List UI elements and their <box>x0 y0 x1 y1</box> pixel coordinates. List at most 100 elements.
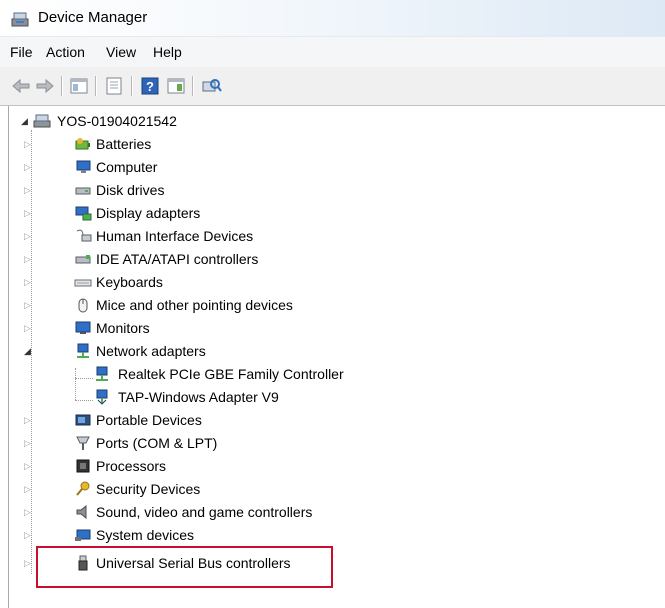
expand-arrow-icon[interactable]: ▷ <box>24 225 33 247</box>
menu-bar: File Action View Help <box>0 36 665 68</box>
tree-item-processors[interactable]: ▷ Processors <box>24 455 354 477</box>
network-adapter-icon <box>96 389 108 405</box>
tree-line <box>75 400 93 401</box>
menu-help[interactable]: Help <box>153 44 182 60</box>
show-hide-console-tree-icon[interactable] <box>68 76 90 96</box>
network-adapter-icon <box>96 366 108 381</box>
category-label: IDE ATA/ATAPI controllers <box>96 251 259 267</box>
sound-icon <box>76 504 87 520</box>
category-label: Portable Devices <box>96 412 202 428</box>
help-icon[interactable]: ? <box>139 76 161 96</box>
category-label: System devices <box>96 527 195 543</box>
collapse-arrow-icon[interactable]: ◢ <box>24 340 33 362</box>
tree-item-batteries[interactable]: ▷ Batteries <box>24 133 354 155</box>
mouse-icon <box>78 298 88 313</box>
expand-arrow-icon[interactable]: ▷ <box>24 179 33 201</box>
category-label: Keyboards <box>96 274 163 290</box>
menu-action[interactable]: Action <box>46 44 85 60</box>
expand-arrow-icon[interactable]: ▷ <box>24 432 33 454</box>
category-label: Mice and other pointing devices <box>96 297 293 313</box>
expand-arrow-icon[interactable]: ▷ <box>24 156 33 178</box>
device-manager-icon <box>11 12 29 27</box>
tree-item-system-devices[interactable]: ▷ System devices <box>24 524 354 546</box>
expand-arrow-icon[interactable]: ▷ <box>24 409 33 431</box>
window-title: Device Manager <box>38 9 148 26</box>
tree-item-keyboards[interactable]: ▷ Keyboards <box>24 271 354 293</box>
menu-file[interactable]: File <box>10 44 33 60</box>
expand-arrow-icon[interactable]: ▷ <box>24 294 33 316</box>
keyboard-icon <box>74 279 92 287</box>
properties-icon[interactable] <box>103 76 125 96</box>
toolbar-separator <box>131 76 133 96</box>
category-label: Security Devices <box>96 481 201 497</box>
scan-hardware-icon[interactable] <box>200 76 222 96</box>
ide-controller-icon <box>75 255 91 264</box>
tree-root[interactable]: ◢ YOS-01904021542 <box>21 110 321 132</box>
expand-arrow-icon[interactable]: ▷ <box>24 248 33 270</box>
category-label: Human Interface Devices <box>96 228 254 244</box>
category-label: Sound, video and game controllers <box>96 504 313 520</box>
category-label: Computer <box>96 159 158 175</box>
expand-arrow-icon[interactable]: ▷ <box>24 524 33 546</box>
battery-icon <box>75 138 90 150</box>
portable-device-icon <box>75 414 91 426</box>
computer-icon <box>76 160 91 173</box>
toolbar-separator <box>95 76 97 96</box>
tree-root-label: YOS-01904021542 <box>57 113 177 129</box>
expand-arrow-icon[interactable]: ▷ <box>24 501 33 523</box>
tree-item-hid[interactable]: ▷ Human Interface Devices <box>24 225 354 247</box>
disk-drive-icon <box>75 187 91 195</box>
tree-item-mice[interactable]: ▷ Mice and other pointing devices <box>24 294 354 316</box>
monitor-icon <box>75 321 91 334</box>
tree-item-security-devices[interactable]: ▷ Security Devices <box>24 478 354 500</box>
category-label: Network adapters <box>96 343 206 359</box>
device-label: Realtek PCIe GBE Family Controller <box>118 366 344 382</box>
category-label: Display adapters <box>96 205 201 221</box>
expand-arrow-icon[interactable]: ▷ <box>24 552 33 574</box>
forward-arrow-icon[interactable] <box>34 76 56 96</box>
back-arrow-icon[interactable] <box>10 76 32 96</box>
tree-item-display-adapters[interactable]: ▷ Display adapters <box>24 202 354 224</box>
processor-icon <box>76 459 90 473</box>
svg-text:?: ? <box>146 79 154 94</box>
expand-arrow-icon[interactable]: ▷ <box>24 271 33 293</box>
tree-item-ports[interactable]: ▷ Ports (COM & LPT) <box>24 432 354 454</box>
tree-item-sound-controllers[interactable]: ▷ Sound, video and game controllers <box>24 501 354 523</box>
device-tree: ◢ YOS-01904021542 ▷ Batteries ▷ Computer… <box>8 106 665 608</box>
expand-arrow-icon[interactable]: ▷ <box>24 317 33 339</box>
security-key-icon <box>76 481 90 496</box>
tree-item-network-adapters[interactable]: ◢ Network adapters <box>24 340 354 362</box>
expand-arrow-icon[interactable]: ▷ <box>24 202 33 224</box>
highlight-box <box>36 546 333 588</box>
tree-line <box>75 368 76 400</box>
system-device-icon <box>75 529 91 541</box>
category-label: Disk drives <box>96 182 165 198</box>
display-adapter-icon <box>75 206 92 221</box>
toolbar: ? <box>0 67 665 106</box>
expand-arrow-icon[interactable]: ▷ <box>24 133 33 155</box>
toolbar-separator <box>61 76 63 96</box>
tree-item-portable-devices[interactable]: ▷ Portable Devices <box>24 409 354 431</box>
toolbar-separator <box>192 76 194 96</box>
action-pane-icon[interactable] <box>165 76 187 96</box>
tree-item-tap-windows-adapter[interactable]: TAP-Windows Adapter V9 <box>93 386 393 408</box>
tree-item-disk-drives[interactable]: ▷ Disk drives <box>24 179 354 201</box>
tree-item-realtek-controller[interactable]: Realtek PCIe GBE Family Controller <box>93 363 393 385</box>
title-bar: Device Manager <box>0 0 665 36</box>
computer-root-icon <box>33 114 51 128</box>
category-label: Ports (COM & LPT) <box>96 435 218 451</box>
menu-view[interactable]: View <box>106 44 136 60</box>
tree-line <box>75 378 93 379</box>
expand-arrow-icon[interactable]: ▷ <box>24 455 33 477</box>
tree-item-computer[interactable]: ▷ Computer <box>24 156 354 178</box>
hid-icon <box>76 229 92 242</box>
network-adapter-icon <box>77 343 89 358</box>
port-icon <box>76 436 90 450</box>
collapse-arrow-icon[interactable]: ◢ <box>21 110 30 132</box>
category-label: Monitors <box>96 320 150 336</box>
expand-arrow-icon[interactable]: ▷ <box>24 478 33 500</box>
tree-item-monitors[interactable]: ▷ Monitors <box>24 317 354 339</box>
tree-item-ide-controllers[interactable]: ▷ IDE ATA/ATAPI controllers <box>24 248 354 270</box>
device-label: TAP-Windows Adapter V9 <box>118 389 279 405</box>
category-label: Processors <box>96 458 167 474</box>
